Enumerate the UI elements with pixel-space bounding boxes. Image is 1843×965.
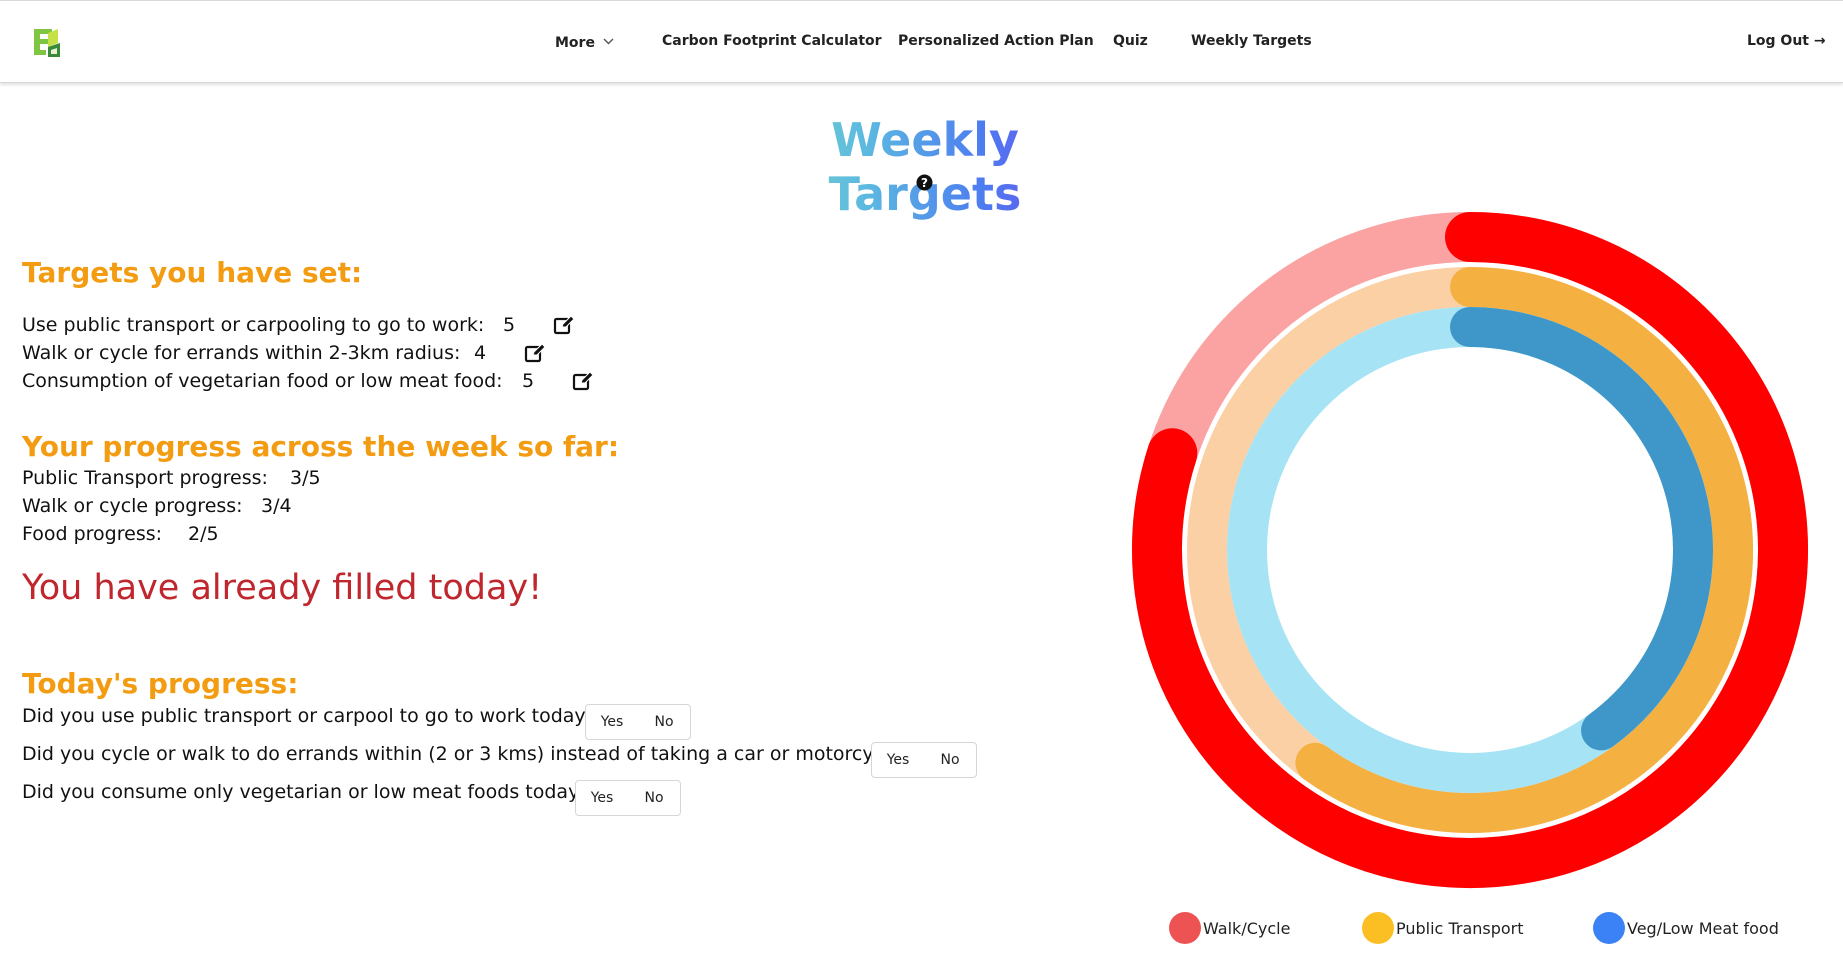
progress-value-food: 2/5 — [188, 523, 219, 545]
nav-more-label: More — [555, 35, 595, 51]
progress-heading: Your progress across the week so far: — [22, 430, 620, 463]
edit-icon[interactable] — [572, 370, 594, 392]
nav-weekly-targets[interactable]: Weekly Targets — [1191, 33, 1312, 49]
progress-label-walk: Walk or cycle progress: — [22, 495, 243, 517]
question-transport: Did you use public transport or carpool … — [22, 705, 596, 727]
yes-button[interactable]: Yes — [586, 705, 638, 739]
question-walk: Did you cycle or walk to do errands with… — [22, 743, 912, 765]
svg-text:?: ? — [921, 176, 928, 190]
target-label-food: Consumption of vegetarian food or low me… — [22, 370, 503, 392]
legend-dot-walk — [1169, 912, 1201, 944]
legend-dot-transport — [1362, 912, 1394, 944]
yes-button[interactable]: Yes — [872, 743, 924, 777]
answer-group-walk: Yes No — [871, 742, 977, 778]
question-food: Did you consume only vegetarian or low m… — [22, 781, 590, 803]
legend-label-transport: Public Transport — [1396, 918, 1524, 938]
chevron-down-icon — [603, 33, 614, 49]
legend-item-transport: Public Transport — [1362, 912, 1524, 944]
legend-label-walk: Walk/Cycle — [1203, 918, 1291, 938]
legend-item-food: Veg/Low Meat food — [1593, 912, 1779, 944]
progress-label-food: Food progress: — [22, 523, 163, 545]
nav-quiz[interactable]: Quiz — [1113, 33, 1148, 49]
today-heading: Today's progress: — [22, 667, 299, 700]
target-value-food: 5 — [522, 370, 535, 392]
nav-action-plan[interactable]: Personalized Action Plan — [898, 33, 1094, 49]
yes-button[interactable]: Yes — [576, 781, 628, 815]
targets-heading: Targets you have set: — [22, 256, 363, 289]
edit-icon[interactable] — [553, 314, 575, 336]
logout-link[interactable]: Log Out → — [1747, 33, 1826, 49]
target-value-walk: 4 — [474, 342, 487, 364]
no-button[interactable]: No — [924, 743, 976, 777]
answer-group-food: Yes No — [575, 780, 681, 816]
page-title: Weekly Targets — [735, 113, 1115, 221]
legend-label-food: Veg/Low Meat food — [1627, 918, 1779, 938]
legend-item-walk: Walk/Cycle — [1169, 912, 1290, 944]
target-value-transport: 5 — [503, 314, 516, 336]
weekly-progress-ring-chart — [1132, 212, 1808, 888]
no-button[interactable]: No — [638, 705, 690, 739]
progress-value-transport: 3/5 — [290, 467, 321, 489]
nav-carbon-calculator[interactable]: Carbon Footprint Calculator — [662, 33, 882, 49]
no-button[interactable]: No — [628, 781, 680, 815]
app-logo-icon[interactable] — [30, 25, 62, 59]
nav-more-dropdown[interactable]: More — [555, 33, 614, 51]
progress-value-walk: 3/4 — [261, 495, 292, 517]
target-label-walk: Walk or cycle for errands within 2-3km r… — [22, 342, 461, 364]
top-navbar: More Carbon Footprint Calculator Persona… — [0, 0, 1843, 83]
already-filled-message: You have already filled today! — [22, 568, 543, 608]
help-icon[interactable]: ? — [916, 174, 933, 191]
target-label-transport: Use public transport or carpooling to go… — [22, 314, 485, 336]
edit-icon[interactable] — [524, 342, 546, 364]
legend-dot-food — [1593, 912, 1625, 944]
answer-group-transport: Yes No — [585, 704, 691, 740]
progress-label-transport: Public Transport progress: — [22, 467, 268, 489]
